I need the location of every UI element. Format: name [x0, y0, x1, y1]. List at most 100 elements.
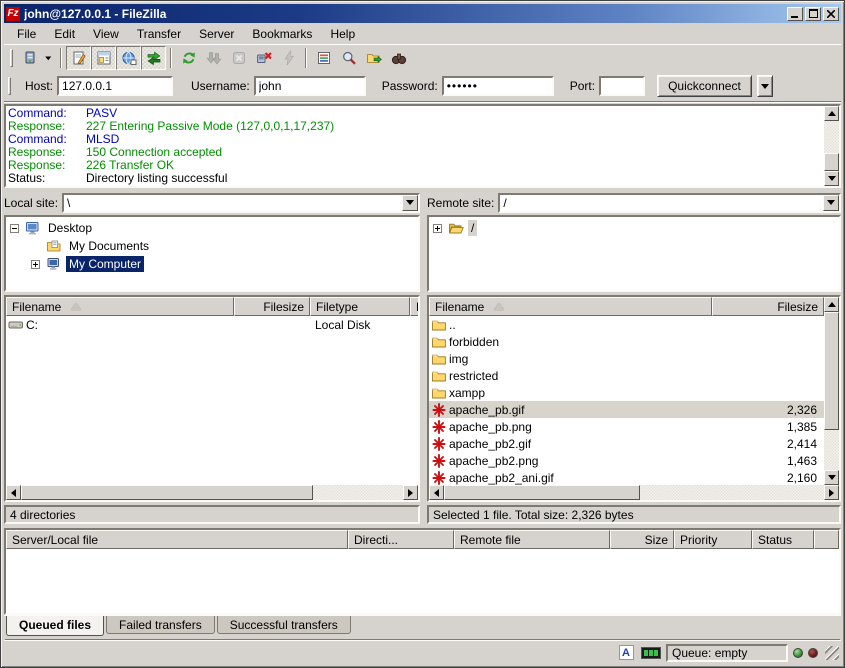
- scroll-thumb[interactable]: [824, 153, 839, 171]
- remote-tree-item[interactable]: /: [429, 219, 839, 237]
- menu-item-view[interactable]: View: [84, 25, 128, 43]
- toolbar-gripper[interactable]: [8, 77, 11, 95]
- scroll-right-button[interactable]: [403, 485, 418, 500]
- remote-pane: Remote site: / / FilenameFilesize ..forb…: [427, 192, 841, 520]
- file-size: 2,414: [712, 437, 824, 451]
- scroll-right-icon: [829, 489, 834, 497]
- queue-column-header-status[interactable]: Status: [752, 530, 814, 549]
- menu-item-transfer[interactable]: Transfer: [128, 25, 190, 43]
- remote-file-row[interactable]: ..: [429, 316, 824, 333]
- queue-column-header-server-local-file[interactable]: Server/Local file: [6, 530, 348, 549]
- directory-listing-filters-button[interactable]: [311, 46, 336, 70]
- menu-item-file[interactable]: File: [8, 25, 45, 43]
- remote-site-dropdown-button[interactable]: [823, 195, 839, 211]
- scroll-track[interactable]: [824, 121, 839, 153]
- local-column-header-filetype[interactable]: Filetype: [310, 297, 410, 316]
- menu-item-help[interactable]: Help: [321, 25, 364, 43]
- menu-item-server[interactable]: Server: [190, 25, 243, 43]
- toolbar-separator: [305, 48, 307, 68]
- local-site-combobox[interactable]: \: [62, 193, 420, 213]
- folder-icon: [431, 368, 449, 384]
- remote-file-row[interactable]: restricted: [429, 367, 824, 384]
- file-search-button[interactable]: [336, 46, 361, 70]
- log-vertical-scrollbar[interactable]: [824, 106, 839, 186]
- local-site-dropdown-button[interactable]: [402, 195, 418, 211]
- local-file-row[interactable]: C:Local Disk: [6, 316, 418, 333]
- queue-column-header-directi-[interactable]: Directi...: [348, 530, 454, 549]
- port-input[interactable]: [599, 76, 645, 96]
- host-input[interactable]: [57, 76, 173, 96]
- remote-column-header-filesize[interactable]: Filesize: [712, 297, 824, 316]
- username-input[interactable]: [254, 76, 366, 96]
- directory-comparison-button[interactable]: [386, 46, 411, 70]
- transfer-type-icon[interactable]: A: [616, 645, 636, 661]
- toolbar-gripper[interactable]: [10, 49, 13, 67]
- process-queue-button[interactable]: [201, 46, 226, 70]
- local-tree-item[interactable]: My Documents: [6, 237, 418, 255]
- open-site-manager-button[interactable]: [17, 46, 42, 70]
- close-button[interactable]: [823, 7, 839, 21]
- local-column-header-l[interactable]: L: [410, 297, 418, 316]
- menu-item-bookmarks[interactable]: Bookmarks: [243, 25, 321, 43]
- minimize-button[interactable]: [787, 7, 803, 21]
- remote-file-row[interactable]: apache_pb2_ani.gif2,160: [429, 469, 824, 485]
- scroll-track[interactable]: [313, 485, 403, 500]
- scroll-up-button[interactable]: [824, 297, 839, 312]
- password-input[interactable]: [442, 76, 554, 96]
- local-horizontal-scrollbar[interactable]: [6, 485, 418, 500]
- toggle-message-log-button[interactable]: [66, 46, 91, 70]
- toggle-remote-tree-button[interactable]: [116, 46, 141, 70]
- maximize-button[interactable]: [805, 7, 821, 21]
- tab-queued-files[interactable]: Queued files: [6, 616, 104, 636]
- queue-column-header-priority[interactable]: Priority: [674, 530, 752, 549]
- tree-expander-plus[interactable]: [31, 260, 40, 269]
- tab-failed-transfers[interactable]: Failed transfers: [106, 616, 215, 634]
- queue-column-header-[interactable]: [814, 530, 839, 549]
- toggle-local-tree-button[interactable]: [91, 46, 116, 70]
- quickconnect-dropdown-button[interactable]: [757, 75, 773, 97]
- remote-file-row[interactable]: apache_pb.png1,385: [429, 418, 824, 435]
- cancel-operation-button[interactable]: [226, 46, 251, 70]
- disconnect-button[interactable]: [251, 46, 276, 70]
- pane-splitter[interactable]: [420, 192, 427, 520]
- quickconnect-button[interactable]: Quickconnect: [657, 75, 752, 97]
- reconnect-button[interactable]: [276, 46, 301, 70]
- refresh-button[interactable]: [176, 46, 201, 70]
- scroll-left-button[interactable]: [429, 485, 444, 500]
- scroll-up-button[interactable]: [824, 106, 839, 121]
- scroll-down-button[interactable]: [824, 470, 839, 485]
- local-tree-item[interactable]: Desktop: [6, 219, 418, 237]
- queue-column-header-remote-file[interactable]: Remote file: [454, 530, 610, 549]
- remote-column-header-filename[interactable]: Filename: [429, 297, 712, 316]
- scroll-track[interactable]: [824, 430, 839, 470]
- speed-limits-icon[interactable]: [641, 645, 661, 661]
- tree-expander-minus[interactable]: [10, 224, 19, 233]
- scroll-thumb[interactable]: [824, 312, 839, 430]
- remote-file-row[interactable]: xampp: [429, 384, 824, 401]
- queue-column-header-size[interactable]: Size: [610, 530, 674, 549]
- toggle-transfer-queue-button[interactable]: [141, 46, 166, 70]
- tab-successful-transfers[interactable]: Successful transfers: [217, 616, 351, 634]
- scroll-track[interactable]: [640, 485, 824, 500]
- remote-horizontal-scrollbar[interactable]: [429, 485, 839, 500]
- scroll-right-button[interactable]: [824, 485, 839, 500]
- scroll-thumb[interactable]: [21, 485, 313, 500]
- local-column-header-filename[interactable]: Filename: [6, 297, 234, 316]
- local-column-header-filesize[interactable]: Filesize: [234, 297, 310, 316]
- site-manager-dropdown-button[interactable]: [42, 46, 56, 70]
- scroll-thumb[interactable]: [444, 485, 640, 500]
- resize-grip-icon[interactable]: [825, 646, 839, 660]
- synchronized-browsing-button[interactable]: [361, 46, 386, 70]
- remote-file-row[interactable]: apache_pb2.png1,463: [429, 452, 824, 469]
- scroll-down-button[interactable]: [824, 171, 839, 186]
- remote-file-row[interactable]: img: [429, 350, 824, 367]
- tree-expander-plus[interactable]: [433, 224, 442, 233]
- remote-file-row[interactable]: apache_pb2.gif2,414: [429, 435, 824, 452]
- remote-file-row[interactable]: forbidden: [429, 333, 824, 350]
- local-tree-item[interactable]: My Computer: [6, 255, 418, 273]
- remote-site-combobox[interactable]: /: [498, 193, 841, 213]
- menu-item-edit[interactable]: Edit: [45, 25, 84, 43]
- scroll-left-button[interactable]: [6, 485, 21, 500]
- remote-file-row[interactable]: apache_pb.gif2,326: [429, 401, 824, 418]
- remote-vertical-scrollbar[interactable]: [824, 297, 839, 485]
